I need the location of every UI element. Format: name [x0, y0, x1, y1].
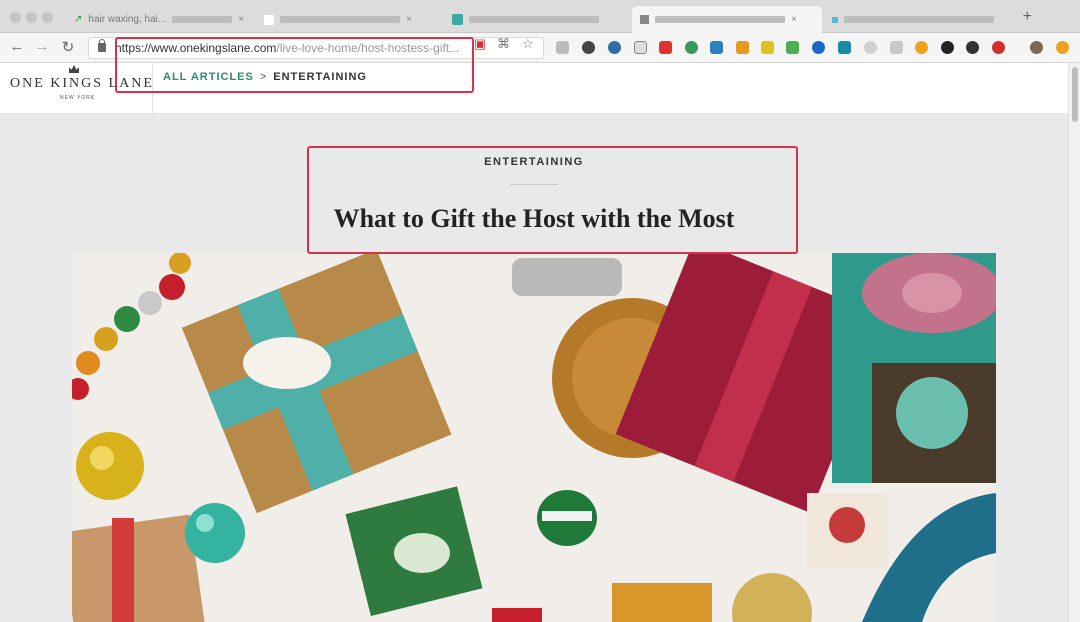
- close-tab-icon[interactable]: ×: [238, 14, 244, 25]
- zoom-window-button[interactable]: [42, 12, 53, 23]
- page-favicon-icon: [640, 15, 649, 24]
- page-scrollbar[interactable]: [1068, 63, 1080, 622]
- tab-strip: ↗ hair waxing, hai... × × × +: [0, 0, 1080, 33]
- blurred-text: [844, 16, 994, 23]
- extension-icon[interactable]: [838, 41, 851, 54]
- extension-icon[interactable]: [915, 41, 928, 54]
- back-arrow-icon[interactable]: ←: [8, 38, 26, 55]
- extension-icon[interactable]: [761, 41, 774, 54]
- extension-icon[interactable]: [736, 41, 749, 54]
- tab-5[interactable]: [824, 6, 1012, 33]
- extension-icon[interactable]: [966, 41, 979, 54]
- blurred-text: [280, 16, 400, 23]
- crown-logo-icon: [69, 65, 79, 73]
- extension-icon[interactable]: [1056, 41, 1069, 54]
- extension-icon[interactable]: [992, 41, 1005, 54]
- extension-icon[interactable]: [556, 41, 569, 54]
- minimize-window-button[interactable]: [26, 12, 37, 23]
- close-tab-icon[interactable]: ×: [406, 14, 412, 25]
- page-favicon-icon: [264, 14, 274, 25]
- url-highlight-box: [115, 37, 474, 93]
- close-tab-icon[interactable]: ×: [791, 14, 797, 25]
- search-icon[interactable]: [864, 41, 877, 54]
- site-favicon-icon: [452, 14, 463, 25]
- tab-1[interactable]: ↗ hair waxing, hai... ×: [66, 6, 252, 33]
- tab-active[interactable]: ×: [632, 6, 822, 33]
- extension-icon[interactable]: [659, 41, 672, 54]
- scrollbar-thumb[interactable]: [1072, 67, 1078, 122]
- title-highlight-box: [307, 146, 798, 254]
- avatar[interactable]: [1030, 41, 1043, 54]
- extension-icon[interactable]: [941, 41, 954, 54]
- extension-icon[interactable]: [786, 41, 799, 54]
- blurred-text: [655, 16, 785, 23]
- extension-badge-icon[interactable]: ▣: [474, 36, 486, 52]
- blurred-text: [469, 16, 599, 23]
- extension-icon[interactable]: [608, 41, 621, 54]
- new-tab-button[interactable]: +: [1023, 8, 1032, 26]
- page-favicon-icon: [832, 16, 838, 23]
- bookmark-star-icon[interactable]: ☆: [522, 36, 534, 52]
- blurred-text: [172, 16, 233, 23]
- extension-icon[interactable]: [634, 41, 647, 54]
- chart-favicon-icon: ↗: [74, 14, 83, 25]
- logo-subtitle: NEW YORK: [60, 95, 96, 101]
- reload-icon[interactable]: ↻: [59, 38, 77, 56]
- close-window-button[interactable]: [10, 12, 21, 23]
- extension-icon[interactable]: [710, 41, 723, 54]
- tab-3[interactable]: [444, 6, 630, 33]
- extension-icon[interactable]: [812, 41, 825, 54]
- extension-icon[interactable]: [685, 41, 698, 54]
- extension-icon[interactable]: [582, 41, 595, 54]
- tab-label: hair waxing, hai...: [88, 14, 167, 25]
- lock-icon: [98, 39, 106, 52]
- forward-arrow-icon[interactable]: →: [33, 38, 51, 55]
- translate-icon[interactable]: ⌘: [497, 36, 510, 52]
- extension-icon[interactable]: [890, 41, 903, 54]
- tab-2[interactable]: ×: [256, 6, 442, 33]
- hero-image: [72, 253, 996, 622]
